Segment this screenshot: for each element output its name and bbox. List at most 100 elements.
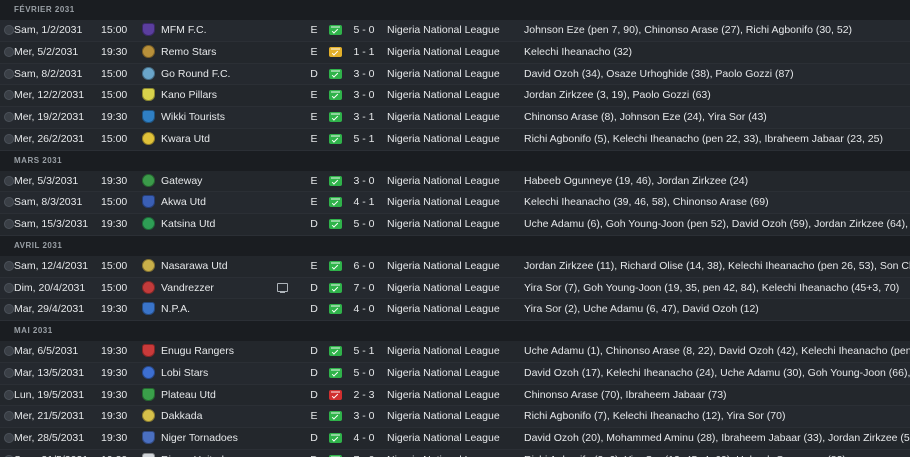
- fixture-row[interactable]: Mer, 26/2/2031 15:00 Kwara Utd E 5 - 1 N…: [0, 128, 910, 151]
- match-score[interactable]: 3 - 0: [350, 406, 378, 426]
- goal-scorers[interactable]: Habeeb Ogunneye (19, 46), Jordan Zirkzee…: [524, 171, 910, 191]
- competition-name[interactable]: Nigeria National League: [387, 129, 500, 149]
- team-crest-icon[interactable]: [142, 173, 155, 187]
- competition-name[interactable]: Nigeria National League: [387, 256, 500, 276]
- goal-scorers[interactable]: Yira Sor (2), Uche Adamu (6, 47), David …: [524, 299, 910, 319]
- team-crest-icon[interactable]: [142, 195, 155, 209]
- match-score[interactable]: 5 - 0: [350, 214, 378, 234]
- competition-name[interactable]: Nigeria National League: [387, 214, 500, 234]
- opponent-team[interactable]: Vandrezzer: [161, 278, 214, 298]
- opponent-team[interactable]: Niger Tornadoes: [161, 428, 238, 448]
- opponent-team[interactable]: Kwara Utd: [161, 129, 210, 149]
- opponent-team[interactable]: Gateway: [161, 171, 202, 191]
- goal-scorers[interactable]: David Ozoh (17), Kelechi Iheanacho (24),…: [524, 363, 910, 383]
- match-status-icon[interactable]: [4, 25, 14, 35]
- goal-scorers[interactable]: Kelechi Iheanacho (32): [524, 42, 910, 62]
- team-crest-icon[interactable]: [142, 387, 155, 401]
- match-score[interactable]: 3 - 1: [350, 107, 378, 127]
- team-crest-icon[interactable]: [142, 409, 155, 423]
- match-score[interactable]: 7 - 0: [350, 278, 378, 298]
- match-score[interactable]: 5 - 0: [350, 20, 378, 40]
- competition-name[interactable]: Nigeria National League: [387, 363, 500, 383]
- opponent-team[interactable]: Remo Stars: [161, 42, 216, 62]
- team-crest-icon[interactable]: [142, 431, 155, 444]
- opponent-team[interactable]: Dakkada: [161, 406, 202, 426]
- match-status-icon[interactable]: [4, 112, 14, 122]
- team-crest-icon[interactable]: [142, 23, 155, 36]
- match-status-icon[interactable]: [4, 133, 14, 144]
- match-status-icon[interactable]: [4, 46, 14, 57]
- goal-scorers[interactable]: Uche Adamu (1), Chinonso Arase (8, 22), …: [524, 341, 910, 361]
- goal-scorers[interactable]: Uche Adamu (6), Goh Young-Joon (pen 52),…: [524, 214, 910, 234]
- goal-scorers[interactable]: Richi Agbonifo (5), Kelechi Iheanacho (p…: [524, 129, 910, 149]
- fixture-row[interactable]: Sam, 8/2/2031 15:00 Go Round F.C. D 3 - …: [0, 63, 910, 86]
- fixture-row[interactable]: Mer, 28/5/2031 19:30 Niger Tornadoes D 4…: [0, 428, 910, 450]
- opponent-team[interactable]: Enugu Rangers: [161, 341, 234, 361]
- competition-name[interactable]: Nigeria National League: [387, 107, 500, 127]
- opponent-team[interactable]: Rivers United: [161, 450, 224, 457]
- team-crest-icon[interactable]: [142, 131, 155, 145]
- match-score[interactable]: 5 - 1: [350, 341, 378, 361]
- match-score[interactable]: 1 - 1: [350, 42, 378, 62]
- fixture-row[interactable]: Sam, 1/2/2031 15:00 MFM F.C. E 5 - 0 Nig…: [0, 20, 910, 42]
- match-status-icon[interactable]: [4, 346, 14, 356]
- opponent-team[interactable]: Go Round F.C.: [161, 64, 230, 84]
- team-crest-icon[interactable]: [142, 280, 155, 294]
- opponent-team[interactable]: Lobi Stars: [161, 363, 208, 383]
- match-score[interactable]: 2 - 3: [350, 385, 378, 405]
- fixture-row[interactable]: Sam, 12/4/2031 15:00 Nasarawa Utd E 6 - …: [0, 255, 910, 278]
- match-status-icon[interactable]: [4, 68, 14, 79]
- opponent-team[interactable]: Nasarawa Utd: [161, 256, 228, 276]
- fixture-row[interactable]: Sam, 15/3/2031 19:30 Katsina Utd D 5 - 0…: [0, 214, 910, 236]
- match-status-icon[interactable]: [4, 367, 14, 378]
- match-score[interactable]: 3 - 0: [350, 171, 378, 191]
- match-status-icon[interactable]: [4, 175, 14, 186]
- match-score[interactable]: 7 - 0: [350, 450, 378, 457]
- match-status-icon[interactable]: [4, 90, 14, 101]
- opponent-team[interactable]: Katsina Utd: [161, 214, 215, 234]
- match-score[interactable]: 5 - 0: [350, 363, 378, 383]
- fixture-row[interactable]: Mar, 6/5/2031 19:30 Enugu Rangers D 5 - …: [0, 341, 910, 363]
- goal-scorers[interactable]: Richi Agbonifo (3, 6), Yira Sor (13, 45+…: [524, 450, 910, 457]
- match-status-icon[interactable]: [4, 282, 14, 293]
- competition-name[interactable]: Nigeria National League: [387, 42, 500, 62]
- goal-scorers[interactable]: Jordan Zirkzee (3, 19), Paolo Gozzi (63): [524, 85, 910, 105]
- competition-name[interactable]: Nigeria National League: [387, 341, 500, 361]
- match-status-icon[interactable]: [4, 304, 14, 315]
- match-status-icon[interactable]: [4, 260, 14, 271]
- match-status-icon[interactable]: [4, 433, 14, 443]
- team-crest-icon[interactable]: [142, 365, 155, 379]
- match-score[interactable]: 4 - 1: [350, 192, 378, 212]
- fixture-row[interactable]: Mer, 5/3/2031 19:30 Gateway E 3 - 0 Nige…: [0, 170, 910, 193]
- competition-name[interactable]: Nigeria National League: [387, 64, 500, 84]
- match-status-icon[interactable]: [4, 411, 14, 422]
- goal-scorers[interactable]: Jordan Zirkzee (11), Richard Olise (14, …: [524, 256, 910, 276]
- competition-name[interactable]: Nigeria National League: [387, 192, 500, 212]
- fixture-row[interactable]: Mer, 12/2/2031 15:00 Kano Pillars E 3 - …: [0, 85, 910, 107]
- competition-name[interactable]: Nigeria National League: [387, 450, 500, 457]
- match-status-icon[interactable]: [4, 219, 14, 229]
- goal-scorers[interactable]: Kelechi Iheanacho (39, 46, 58), Chinonso…: [524, 192, 910, 212]
- team-crest-icon[interactable]: [142, 217, 155, 230]
- opponent-team[interactable]: Kano Pillars: [161, 85, 217, 105]
- competition-name[interactable]: Nigeria National League: [387, 85, 500, 105]
- match-score[interactable]: 5 - 1: [350, 129, 378, 149]
- fixture-row[interactable]: Sam, 8/3/2031 15:00 Akwa Utd E 4 - 1 Nig…: [0, 192, 910, 214]
- match-score[interactable]: 6 - 0: [350, 256, 378, 276]
- team-crest-icon[interactable]: [142, 44, 155, 58]
- competition-name[interactable]: Nigeria National League: [387, 299, 500, 319]
- opponent-team[interactable]: Plateau Utd: [161, 385, 216, 405]
- fixture-row[interactable]: Mer, 19/2/2031 19:30 Wikki Tourists E 3 …: [0, 107, 910, 129]
- team-crest-icon[interactable]: [142, 88, 155, 102]
- match-score[interactable]: 3 - 0: [350, 64, 378, 84]
- competition-name[interactable]: Nigeria National League: [387, 20, 500, 40]
- opponent-team[interactable]: Akwa Utd: [161, 192, 206, 212]
- competition-name[interactable]: Nigeria National League: [387, 406, 500, 426]
- match-status-icon[interactable]: [4, 197, 14, 208]
- team-crest-icon[interactable]: [142, 258, 155, 272]
- fixture-row[interactable]: Mer, 5/2/2031 19:30 Remo Stars E 1 - 1 N…: [0, 41, 910, 64]
- fixture-row[interactable]: Mer, 21/5/2031 19:30 Dakkada E 3 - 0 Nig…: [0, 406, 910, 428]
- opponent-team[interactable]: MFM F.C.: [161, 20, 207, 40]
- fixture-row[interactable]: Sam, 31/5/2031 19:30 Rivers United D 7 -…: [0, 449, 910, 457]
- competition-name[interactable]: Nigeria National League: [387, 428, 500, 448]
